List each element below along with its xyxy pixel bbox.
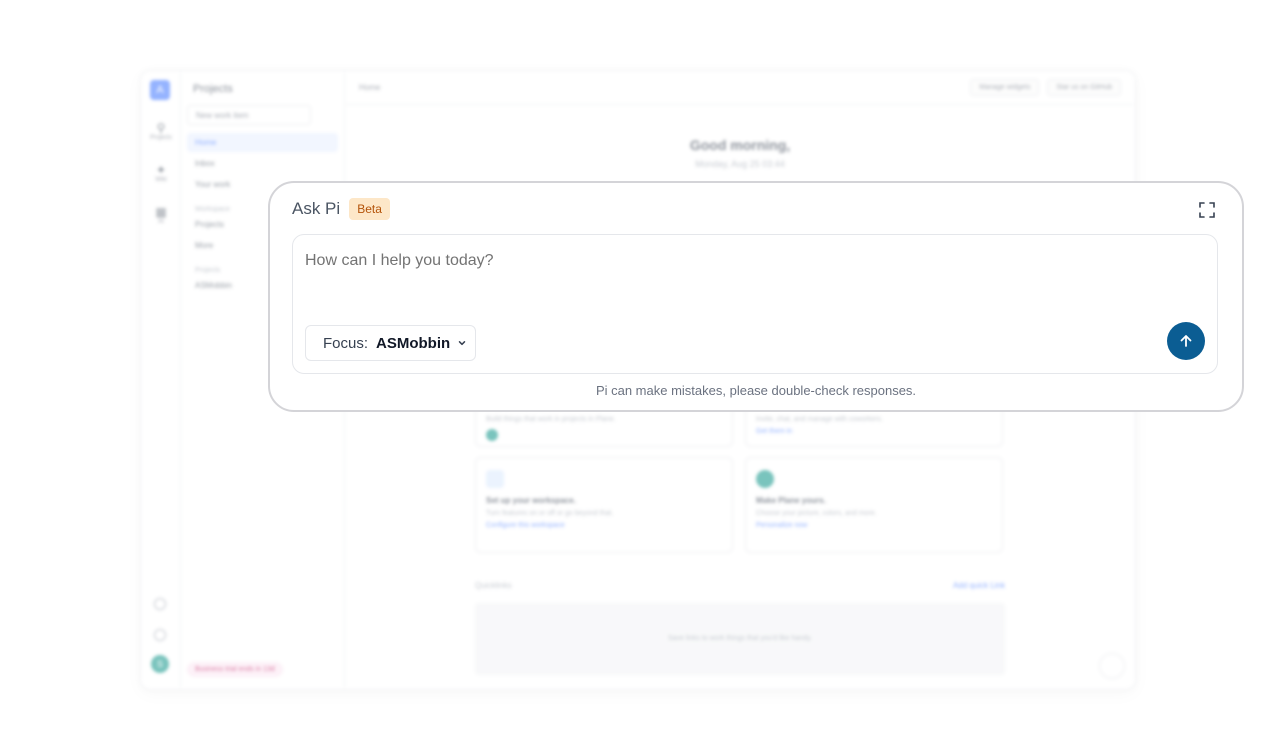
rail-item-projects[interactable]: ⚲ Projects	[141, 121, 181, 141]
quicklinks-header: Quicklinks Add quick Link	[475, 581, 1005, 590]
chevron-down-icon	[458, 341, 466, 346]
sidebar-title: Projects	[193, 83, 233, 95]
expand-icon	[1199, 202, 1215, 218]
ai-icon: ▦	[155, 205, 167, 219]
star-github-button[interactable]: Star us on GitHub	[1047, 79, 1121, 96]
card-desc: Choose your picture, colors, and more.	[756, 510, 877, 517]
workspace-icon	[486, 470, 504, 488]
rail-item-wiki[interactable]: ✦ Wiki	[141, 163, 181, 183]
profile-icon	[756, 470, 774, 488]
check-icon	[486, 429, 498, 441]
new-work-item-button[interactable]: New work item	[187, 105, 311, 125]
chat-float-button[interactable]	[1099, 653, 1125, 679]
sidebar-item-home[interactable]: Home	[187, 133, 338, 152]
trial-badge[interactable]: Business trial ends in 13d	[187, 662, 283, 677]
prompt-input[interactable]	[305, 245, 1165, 277]
rail-item-label: Wiki	[155, 177, 167, 183]
send-button[interactable]	[1167, 322, 1205, 360]
user-avatar[interactable]: S	[151, 655, 169, 673]
arrow-up-icon	[1180, 335, 1192, 347]
modal-header: Ask Pi Beta	[292, 198, 390, 220]
sidebar-item-inbox[interactable]: Inbox	[187, 154, 338, 173]
focus-value: ASMobbin	[376, 334, 451, 352]
rail-item-label: AI	[158, 219, 164, 225]
card-link[interactable]: Personalize now	[756, 522, 992, 529]
rail-item-ai[interactable]: ▦ AI	[141, 205, 181, 225]
card-desc: Build things that work in projects in Pl…	[486, 416, 616, 423]
workspace-avatar[interactable]: A	[150, 80, 170, 100]
modal-title: Ask Pi	[292, 199, 341, 218]
wiki-icon: ✦	[155, 163, 167, 177]
card-desc: Turn features on or off or go beyond tha…	[486, 510, 614, 517]
beta-badge: Beta	[349, 198, 390, 220]
card-link[interactable]: Get them in	[756, 428, 992, 435]
topbar: Home Manage widgets Star us on GitHub	[345, 71, 1135, 105]
disclaimer-text: Pi can make mistakes, please double-chec…	[595, 383, 917, 398]
settings-icon[interactable]	[154, 598, 166, 610]
projects-icon: ⚲	[156, 121, 166, 135]
card-link[interactable]: Configure this workspace	[486, 522, 722, 529]
expand-button[interactable]	[1198, 201, 1216, 219]
focus-select[interactable]: Focus: ASMobbin	[305, 325, 476, 361]
card-title: Make Plane yours.	[756, 496, 826, 505]
add-quick-link-button[interactable]: Add quick Link	[953, 581, 1005, 590]
quicklinks-empty: Save links to work things that you'd lik…	[475, 603, 1005, 675]
onboarding-card[interactable]: Make Plane yours. Choose your picture, c…	[745, 457, 1003, 553]
rail-item-label: Projects	[150, 135, 172, 141]
manage-widgets-button[interactable]: Manage widgets	[970, 79, 1040, 96]
app-rail: A ⚲ Projects ✦ Wiki ▦ AI S	[141, 71, 181, 689]
breadcrumb[interactable]: Home	[359, 83, 380, 92]
prompt-box: Focus: ASMobbin	[292, 234, 1218, 374]
help-icon[interactable]	[154, 629, 166, 641]
date-text: Monday, Aug 25 03:44	[695, 159, 785, 169]
ask-pi-modal: Ask Pi Beta Focus: ASMobbin Pi can make …	[268, 181, 1244, 412]
onboarding-card[interactable]: Set up your workspace. Turn features on …	[475, 457, 733, 553]
greeting: Good morning,	[689, 137, 791, 153]
card-title: Set up your workspace.	[486, 496, 576, 505]
focus-label: Focus:	[323, 334, 369, 352]
quicklinks-title: Quicklinks	[475, 581, 512, 590]
card-desc: Invite, chat, and manage with coworkers.	[756, 416, 883, 423]
